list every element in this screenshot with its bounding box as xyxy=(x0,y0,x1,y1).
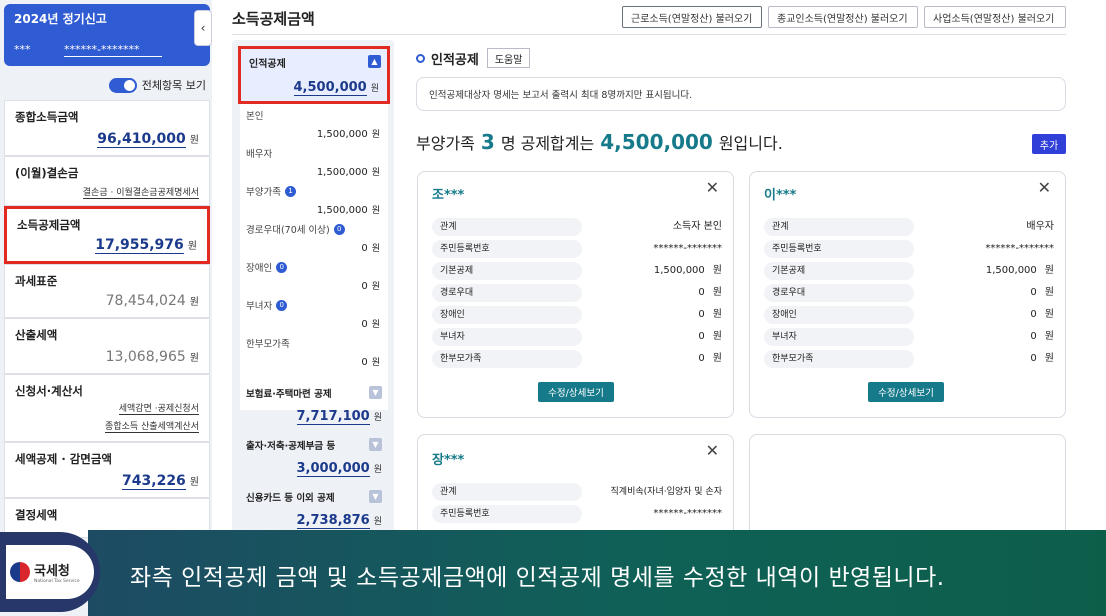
load-religious-income-button[interactable]: 종교인소득(연말정산) 불러오기 xyxy=(768,6,918,28)
sidebar-item-loss-carryover[interactable]: (이월)결손금 결손금 · 이월결손금공제명세서 xyxy=(4,156,210,206)
sidebar-item-amount: 78,454,024 xyxy=(105,293,186,309)
chevron-up-icon[interactable]: ▲ xyxy=(368,55,381,68)
filing-year-card[interactable]: 2024년 정기신고 *** ******-******* xyxy=(4,4,210,66)
count-badge: 0 xyxy=(276,299,288,311)
sidebar-item-income-deduction[interactable]: 소득공제금액 17,955,976 원 xyxy=(4,206,210,264)
page-title: 소득공제금액 xyxy=(232,10,315,28)
filing-year-title: 2024년 정기신고 xyxy=(14,12,107,26)
sidebar-collapse-button[interactable]: ‹ xyxy=(194,10,212,46)
help-button[interactable]: 도움말 xyxy=(486,48,531,68)
taegeuk-icon xyxy=(10,562,30,582)
edit-detail-button[interactable]: 수정/상세보기 xyxy=(538,382,614,402)
category-credit-card[interactable]: 신용카드 등 이외 공제 ▼ 2,738,876 원 xyxy=(240,484,388,532)
sidebar-item-amount: 13,068,965 xyxy=(105,349,186,365)
sidebar-item-label: 세액공제 · 감면금액 xyxy=(15,452,113,466)
main-content: 소득공제금액 근로소득(연말정산) 불러오기 종교인소득(연말정산) 불러오기 … xyxy=(212,0,1106,616)
sidebar-item-label: 종합소득금액 xyxy=(15,110,79,124)
sidebar-item-label: 결정세액 xyxy=(15,508,58,522)
show-all-toggle-row: 전체항목 보기 xyxy=(0,72,206,98)
load-earned-income-button[interactable]: 근로소득(연말정산) 불러오기 xyxy=(622,6,762,28)
sidebar-item-tax-base[interactable]: 과세표준 78,454,024 원 xyxy=(4,264,210,318)
loss-statement-link[interactable]: 결손금 · 이월결손금공제명세서 xyxy=(82,185,199,199)
sub-item-single-parent[interactable]: 한부모가족 0원 xyxy=(240,332,388,370)
masked-name: *** xyxy=(14,43,31,56)
sub-item-disabled[interactable]: 장애인 0 0원 xyxy=(240,256,388,294)
dependent-card: 이*** ✕ 관계 배우자 주민등록번호 ******-******* 기본공제 1,… xyxy=(749,171,1066,418)
caption-text: 좌측 인적공제 금액 및 소득공제금액에 인적공제 명세를 수정한 내역이 반영… xyxy=(130,565,945,591)
sidebar-item-amount[interactable]: 743,226 xyxy=(122,473,186,490)
masked-id: ******-******* xyxy=(64,43,162,57)
category-savings[interactable]: 출자·저축·공제부금 등 ▼ 3,000,000 원 xyxy=(240,432,388,480)
sidebar-item-label: 산출세액 xyxy=(15,328,58,342)
divider xyxy=(232,34,1066,35)
close-icon[interactable]: ✕ xyxy=(706,178,719,197)
sidebar-item-applications[interactable]: 신청서·계산서 세액감면 ·공제신청서 종합소득 산출세액계산서 xyxy=(4,374,210,442)
sub-item-dependents[interactable]: 부양가족 1 1,500,000 원 xyxy=(240,180,388,218)
chevron-down-icon[interactable]: ▼ xyxy=(369,438,382,451)
count-badge: 0 xyxy=(333,223,345,235)
dependent-card: 조*** ✕ 관계 소득자 본인 주민등록번호 ******-******* 기본공… xyxy=(417,171,734,418)
sidebar-item-label: (이월)결손금 xyxy=(15,166,79,180)
nts-logo: 국세청 National Tax Service xyxy=(0,532,100,612)
sub-item-spouse[interactable]: 배우자 1,500,000 원 xyxy=(240,142,388,180)
sidebar-item-tax-credit[interactable]: 세액공제 · 감면금액 743,226 원 xyxy=(4,442,210,498)
edit-detail-button[interactable]: 수정/상세보기 xyxy=(868,382,944,402)
sidebar-item-label: 소득공제금액 xyxy=(17,218,81,232)
load-business-income-button[interactable]: 사업소득(연말정산) 불러오기 xyxy=(924,6,1066,28)
ring-bullet-icon xyxy=(416,53,425,63)
deduction-category-list: 인적공제 ▲ 4,500,000 원 본인 1,500,000 원 배우자 1,50… xyxy=(232,40,394,540)
show-all-label: 전체항목 보기 xyxy=(141,79,206,92)
count-badge: 1 xyxy=(284,185,296,197)
category-label: 인적공제 xyxy=(249,59,286,70)
section-title: 인적공제 도움말 xyxy=(416,48,531,68)
sidebar-item-amount[interactable]: 96,410,000 xyxy=(97,131,186,148)
sidebar-item-total-income[interactable]: 종합소득금액 96,410,000 원 xyxy=(4,100,210,156)
close-icon[interactable]: ✕ xyxy=(706,441,719,460)
sub-item-woman[interactable]: 부녀자 0 0원 xyxy=(240,294,388,332)
sidebar-item-label: 신청서·계산서 xyxy=(15,384,83,398)
chevron-down-icon[interactable]: ▼ xyxy=(369,490,382,503)
deduction-total: 4,500,000 xyxy=(600,130,713,154)
sidebar: 2024년 정기신고 *** ******-******* 전체항목 보기 종합… xyxy=(0,0,212,616)
add-dependent-button[interactable]: 추가 xyxy=(1032,134,1066,154)
sidebar-item-calculated-tax[interactable]: 산출세액 13,068,965 원 xyxy=(4,318,210,374)
dependent-name: 조*** xyxy=(432,188,465,203)
notice-box: 인적공제대상자 명세는 보고서 출력시 최대 8명까지만 표시됩니다. xyxy=(416,77,1066,111)
dependent-name: 장*** xyxy=(432,453,465,468)
sub-item-senior[interactable]: 경로우대(70세 이상) 0 0원 xyxy=(240,218,388,256)
dependent-name: 이*** xyxy=(764,188,797,203)
sidebar-item-label: 과세표준 xyxy=(15,274,58,288)
category-amount[interactable]: 4,500,000 xyxy=(293,80,367,96)
count-badge: 0 xyxy=(276,261,288,273)
reduction-application-link[interactable]: 세액감면 ·공제신청서 xyxy=(118,401,199,415)
tax-calculation-link[interactable]: 종합소득 산출세액계산서 xyxy=(105,419,199,433)
show-all-toggle[interactable] xyxy=(108,77,137,93)
dependents-summary: 부양가족 3 명 공제합계는 4,500,000 원입니다. xyxy=(416,130,783,154)
sidebar-item-amount[interactable]: 17,955,976 xyxy=(95,237,184,254)
video-caption: 좌측 인적공제 금액 및 소득공제금액에 인적공제 명세를 수정한 내역이 반영… xyxy=(0,530,1106,616)
category-personal-deduction[interactable]: 인적공제 ▲ 4,500,000 원 xyxy=(238,46,390,104)
close-icon[interactable]: ✕ xyxy=(1038,178,1051,197)
sub-item-self[interactable]: 본인 1,500,000 원 xyxy=(240,104,388,142)
dependents-count: 3 xyxy=(480,130,495,154)
personal-deduction-sublist: 본인 1,500,000 원 배우자 1,500,000 원 부양가족 1 1,500… xyxy=(240,104,388,410)
chevron-down-icon[interactable]: ▼ xyxy=(369,386,382,399)
category-insurance-housing[interactable]: 보험료·주택마련 공제 ▼ 7,717,100 원 xyxy=(240,380,388,428)
